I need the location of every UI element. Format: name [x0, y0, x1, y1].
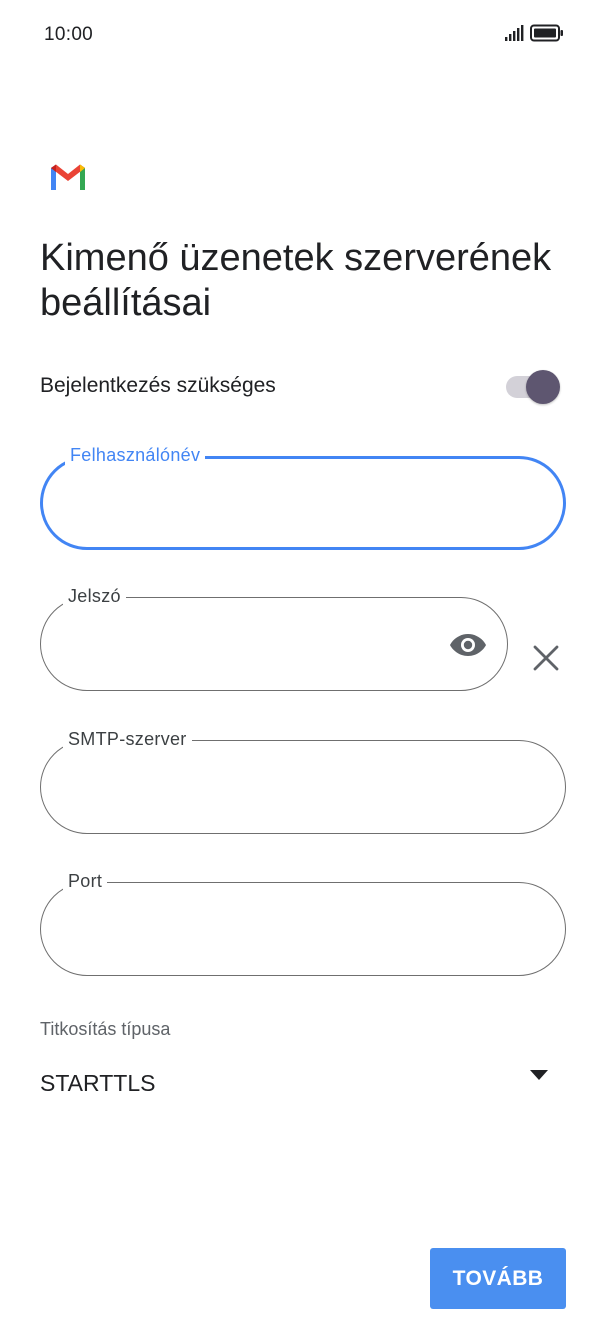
toggle-thumb [526, 370, 560, 404]
password-input[interactable] [67, 624, 437, 666]
signal-icon [505, 25, 524, 41]
port-label: Port [63, 870, 108, 892]
status-time: 10:00 [44, 24, 94, 45]
encryption-type-select[interactable]: STARTTLS [40, 1062, 566, 1106]
encryption-type-label: Titkosítás típusa [40, 1019, 171, 1039]
smtp-server-field[interactable]: SMTP-szerver [40, 728, 566, 834]
login-required-label: Bejelentkezés szükséges [40, 374, 276, 397]
password-field[interactable]: Jelszó [40, 585, 508, 691]
login-required-row: Bejelentkezés szükséges [40, 364, 566, 408]
login-required-toggle[interactable] [506, 368, 560, 404]
close-icon[interactable] [532, 644, 560, 672]
smtp-server-label: SMTP-szerver [63, 728, 192, 750]
status-icons [504, 24, 564, 42]
username-label: Felhasználónév [65, 444, 206, 466]
username-field[interactable]: Felhasználónév [40, 444, 566, 550]
port-input[interactable] [67, 909, 495, 951]
battery-icon [530, 24, 563, 42]
status-bar: 10:00 [0, 0, 606, 72]
gmail-logo [51, 164, 85, 190]
smtp-server-input[interactable] [67, 767, 495, 809]
username-input[interactable] [69, 485, 493, 527]
port-field[interactable]: Port [40, 870, 566, 976]
next-button[interactable]: TOVÁBB [430, 1248, 566, 1309]
password-label: Jelszó [63, 585, 126, 607]
encryption-type-value: STARTTLS [40, 1070, 156, 1096]
page-title: Kimenő üzenetek szerverének beállításai [40, 237, 552, 324]
eye-icon[interactable] [449, 632, 487, 658]
dropdown-arrow-icon [530, 1070, 548, 1080]
